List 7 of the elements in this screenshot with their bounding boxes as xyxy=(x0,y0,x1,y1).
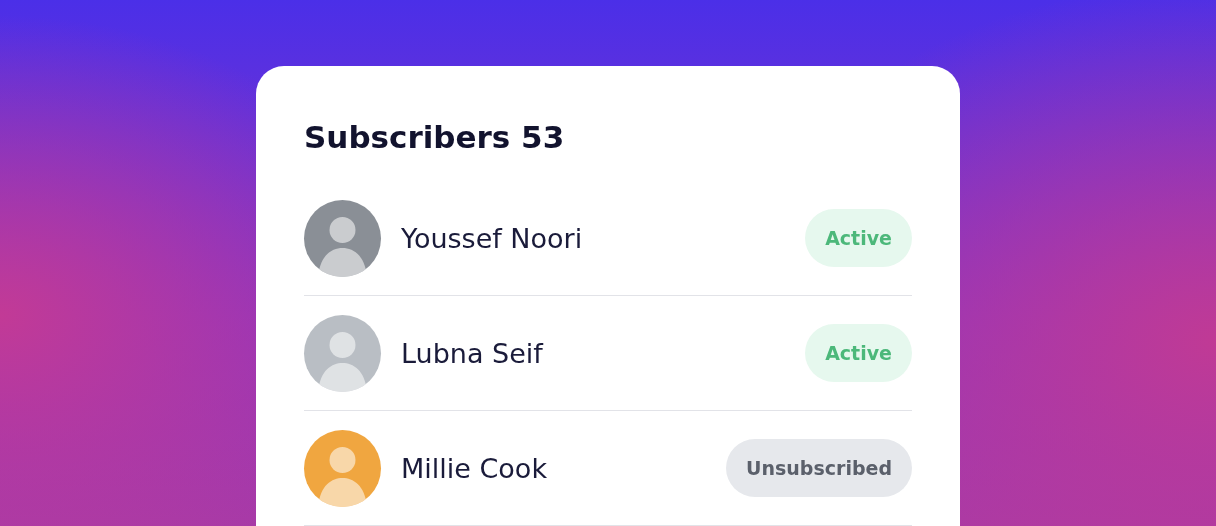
status-badge: Active xyxy=(805,324,912,382)
subscriber-name: Lubna Seif xyxy=(401,337,545,369)
subscriber-name: Millie Cook xyxy=(401,452,549,484)
subscriber-name: Youssef Noori xyxy=(401,222,584,254)
status-badge: Active xyxy=(805,209,912,267)
status-badge: Unsubscribed xyxy=(726,439,912,497)
card-title: Subscribers 53 xyxy=(304,118,566,157)
